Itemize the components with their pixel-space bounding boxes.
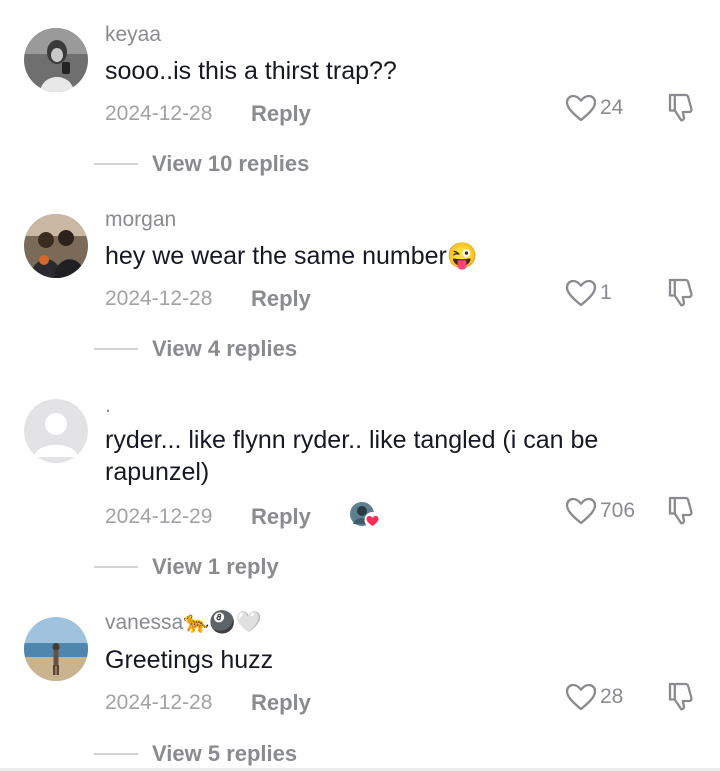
comment-date: 2024-12-28 (105, 691, 213, 714)
username[interactable]: vanessa🐆🎱🤍 (105, 611, 262, 635)
divider (94, 753, 138, 755)
comment-text: Greetings huzz (105, 646, 274, 674)
avatar[interactable] (24, 617, 88, 681)
like-count: 28 (600, 685, 624, 708)
heart-outline-icon[interactable] (565, 683, 597, 711)
view-replies-button[interactable]: View 5 replies (152, 741, 297, 767)
thumbs-down-icon[interactable] (665, 680, 697, 712)
comment-item: vanessa🐆🎱🤍 Greetings huzz 2024-12-28 Rep… (0, 0, 720, 770)
reply-button[interactable]: Reply (251, 690, 311, 716)
